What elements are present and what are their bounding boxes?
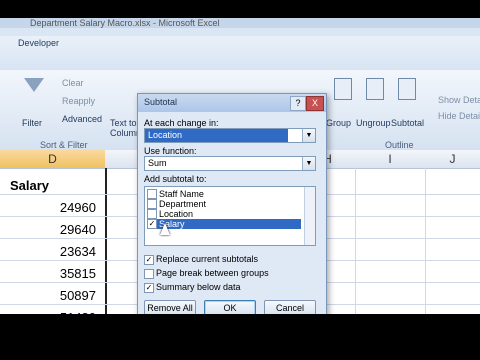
subtotal-dialog: Subtotal ? X At each change in: Location… bbox=[137, 93, 327, 314]
chevron-down-icon[interactable]: ▼ bbox=[302, 129, 315, 142]
help-button[interactable]: ? bbox=[290, 96, 306, 111]
salary-cell[interactable]: 51480 bbox=[60, 310, 96, 314]
salary-cell[interactable]: 23634 bbox=[60, 244, 96, 259]
salary-cell[interactable]: 50897 bbox=[60, 288, 96, 303]
outline-group-label: Outline bbox=[385, 140, 414, 150]
change-in-select[interactable]: Location ▼ bbox=[144, 128, 316, 143]
filter-button[interactable]: Filter bbox=[22, 118, 42, 128]
function-value: Sum bbox=[148, 158, 167, 168]
change-label: At each change in: bbox=[144, 118, 219, 128]
list-item[interactable]: Location bbox=[147, 209, 301, 219]
column-border bbox=[105, 168, 107, 314]
salary-header-cell[interactable]: Salary bbox=[10, 178, 49, 193]
text-to-columns-line1[interactable]: Text to bbox=[110, 118, 137, 128]
subtotal-button[interactable]: Subtotal bbox=[391, 118, 424, 128]
list-item[interactable]: ✓ Salary bbox=[147, 219, 301, 229]
excel-window: Department Salary Macro.xlsx - Microsoft… bbox=[0, 18, 480, 314]
dialog-titlebar[interactable]: Subtotal ? X bbox=[138, 94, 326, 112]
pagebreak-label: Page break between groups bbox=[156, 268, 269, 278]
field-name: Staff Name bbox=[159, 189, 204, 199]
change-in-value: Location bbox=[145, 129, 288, 142]
checkbox[interactable] bbox=[147, 209, 157, 219]
checkbox-checked[interactable]: ✓ bbox=[144, 283, 154, 293]
salary-cell[interactable]: 35815 bbox=[60, 266, 96, 281]
cancel-button[interactable]: Cancel bbox=[264, 300, 316, 314]
dialog-title: Subtotal bbox=[144, 97, 178, 107]
tab-developer[interactable]: Developer bbox=[18, 38, 59, 48]
scrollbar[interactable] bbox=[304, 187, 315, 245]
checkbox[interactable] bbox=[144, 269, 154, 279]
chevron-down-icon[interactable]: ▼ bbox=[302, 157, 315, 170]
ribbon-tabs: Developer bbox=[0, 36, 480, 74]
checkbox[interactable] bbox=[147, 199, 157, 209]
grid-line bbox=[425, 168, 426, 314]
group-button[interactable]: Group bbox=[326, 118, 351, 128]
list-item[interactable]: Staff Name bbox=[147, 189, 301, 199]
clear-button[interactable]: Clear bbox=[62, 78, 84, 88]
checkbox-checked[interactable]: ✓ bbox=[144, 255, 154, 265]
summary-label: Summary below data bbox=[156, 282, 241, 292]
replace-label: Replace current subtotals bbox=[156, 254, 259, 264]
function-select[interactable]: Sum ▼ bbox=[144, 156, 316, 171]
ok-button[interactable]: OK bbox=[204, 300, 256, 314]
group-icon bbox=[334, 78, 352, 100]
checkbox[interactable] bbox=[147, 189, 157, 199]
advanced-button[interactable]: Advanced bbox=[62, 114, 102, 124]
list-item[interactable]: Department bbox=[147, 199, 301, 209]
filter-icon bbox=[24, 78, 44, 92]
grid-line bbox=[355, 168, 356, 314]
salary-cell[interactable]: 29640 bbox=[60, 222, 96, 237]
subtotal-icon bbox=[398, 78, 416, 100]
column-header-d[interactable]: D bbox=[0, 150, 106, 169]
ungroup-button[interactable]: Ungroup bbox=[356, 118, 391, 128]
show-detail-button[interactable]: Show Detail bbox=[438, 95, 480, 105]
function-label: Use function: bbox=[144, 146, 197, 156]
column-header-i[interactable]: I bbox=[355, 150, 426, 169]
field-name: Location bbox=[159, 209, 194, 219]
reapply-button[interactable]: Reapply bbox=[62, 96, 95, 106]
checkbox-checked[interactable]: ✓ bbox=[147, 219, 157, 229]
ungroup-icon bbox=[366, 78, 384, 100]
field-name: Department bbox=[159, 199, 207, 209]
sort-filter-group-label: Sort & Filter bbox=[40, 140, 88, 150]
column-header-j[interactable]: J bbox=[425, 150, 480, 169]
salary-cell[interactable]: 24960 bbox=[60, 200, 96, 215]
close-button[interactable]: X bbox=[306, 96, 324, 111]
remove-all-button[interactable]: Remove All bbox=[144, 300, 196, 314]
hide-detail-button[interactable]: Hide Detail bbox=[438, 111, 480, 121]
window-title: Department Salary Macro.xlsx - Microsoft… bbox=[0, 18, 480, 28]
mouse-cursor-icon bbox=[160, 223, 170, 235]
addto-label: Add subtotal to: bbox=[144, 174, 207, 184]
field-list[interactable]: Staff Name Department Location ✓ Salary bbox=[144, 186, 316, 246]
